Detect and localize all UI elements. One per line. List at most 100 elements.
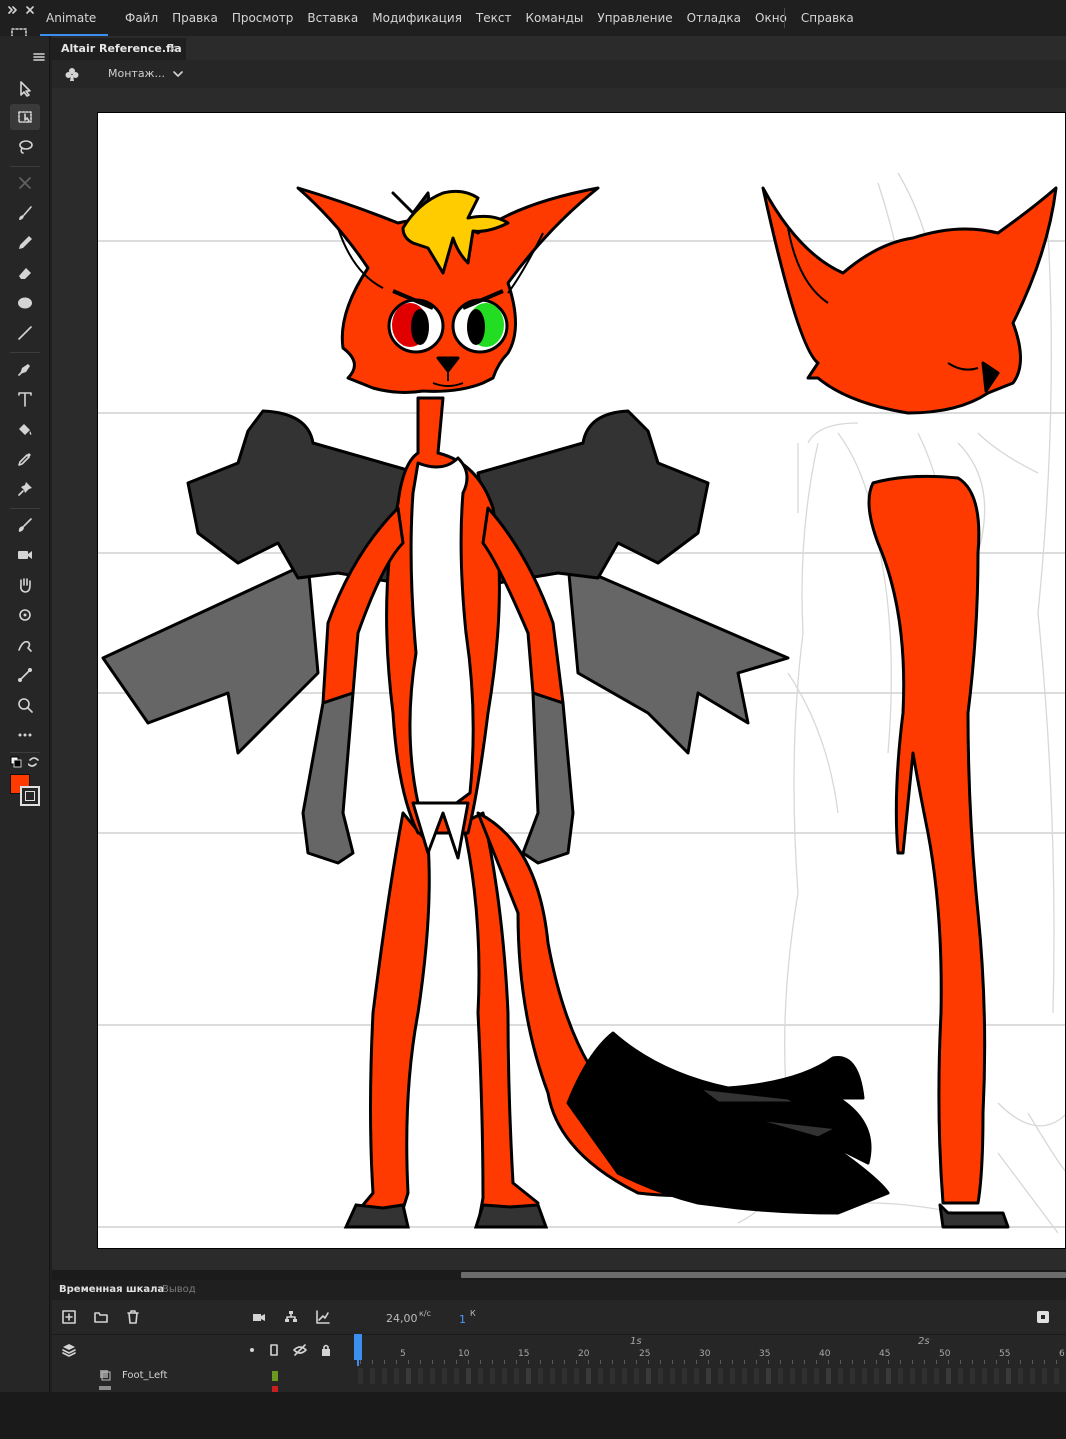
new-layer-button[interactable] [60,1308,78,1326]
frame-cell[interactable] [934,1368,939,1384]
frame-cell[interactable] [838,1368,843,1384]
frame-cell[interactable] [850,1368,855,1384]
camera-toggle-button[interactable] [250,1308,268,1326]
current-frame[interactable]: 1 [459,1313,466,1326]
frame-cell[interactable] [898,1368,903,1384]
frame-cell[interactable] [946,1368,951,1384]
pen-tool[interactable] [10,356,40,382]
frame-cell[interactable] [382,1368,387,1384]
tab-timeline[interactable]: Временная шкала [59,1284,164,1295]
frame-ruler[interactable]: 1s 2s 5 10 15 20 25 30 35 40 45 50 55 6 [352,1334,1066,1364]
frame-cell[interactable] [538,1368,543,1384]
frame-cell[interactable] [406,1368,411,1384]
swap-colors-icon[interactable] [28,756,40,768]
frame-cell[interactable] [502,1368,507,1384]
frame-cell[interactable] [718,1368,723,1384]
menu-view[interactable]: Просмотр [225,0,301,36]
frame-cell[interactable] [862,1368,867,1384]
frame-cell[interactable] [1018,1368,1023,1384]
horizontal-scrollbar[interactable] [52,1270,1066,1280]
menu-control[interactable]: Управление [590,0,679,36]
rotate-3d-tool[interactable] [10,170,40,196]
frame-cell[interactable] [646,1368,651,1384]
frame-cell[interactable] [742,1368,747,1384]
layer-color-swatch[interactable] [272,1371,278,1381]
layer-name[interactable]: Foot_Left [122,1370,167,1381]
frame-cell[interactable] [634,1368,639,1384]
graph-editor-button[interactable] [314,1308,332,1326]
frame-cell[interactable] [1006,1368,1011,1384]
puppet-tool[interactable] [10,632,40,658]
menu-modify[interactable]: Модификация [365,0,469,36]
outline-toggle-icon[interactable] [267,1343,281,1357]
frame-cell[interactable] [670,1368,675,1384]
bone-tool[interactable] [10,662,40,688]
pencil-tool[interactable] [10,230,40,256]
frame-cell[interactable] [910,1368,915,1384]
pin-tool[interactable] [10,476,40,502]
brush-tool[interactable] [10,200,40,226]
frame-cell[interactable] [814,1368,819,1384]
parenting-view-button[interactable] [282,1308,300,1326]
tab-altair-reference[interactable]: Altair Reference.fla × [52,36,186,60]
lock-icon[interactable] [319,1343,333,1357]
frame-cell[interactable] [886,1368,891,1384]
paint-bucket-tool[interactable] [10,416,40,442]
scene-club-icon[interactable] [64,66,80,82]
stage-canvas[interactable] [97,112,1066,1249]
frame-cell[interactable] [442,1368,447,1384]
oval-tool[interactable] [10,290,40,316]
frame-cell[interactable] [1042,1368,1047,1384]
frame-cell[interactable] [706,1368,711,1384]
frame-cell[interactable] [1054,1368,1059,1384]
hide-all-icon[interactable] [293,1343,307,1357]
frame-cell[interactable] [562,1368,567,1384]
eyedropper-tool[interactable] [10,446,40,472]
frame-cell[interactable] [430,1368,435,1384]
frame-cell[interactable] [802,1368,807,1384]
frame-cell[interactable] [730,1368,735,1384]
stroke-color-swatch[interactable] [20,786,40,806]
frame-cell[interactable] [754,1368,759,1384]
rotation-tool[interactable] [10,602,40,628]
menu-help[interactable]: Справка [794,0,861,36]
layers-icon[interactable] [62,1343,76,1357]
frame-cell[interactable] [994,1368,999,1384]
frame-cell[interactable] [550,1368,555,1384]
frame-cell[interactable] [694,1368,699,1384]
frame-cell[interactable] [610,1368,615,1384]
tab-output[interactable]: Вывод [162,1284,196,1295]
frame-cell[interactable] [586,1368,591,1384]
frame-cells[interactable] [352,1366,1066,1386]
frame-cell[interactable] [766,1368,771,1384]
menu-file[interactable]: Файл [118,0,165,36]
fluid-brush-tool[interactable] [10,512,40,538]
frame-cell[interactable] [454,1368,459,1384]
frame-cell[interactable] [874,1368,879,1384]
frame-cell[interactable] [1030,1368,1035,1384]
new-folder-button[interactable] [92,1308,110,1326]
frame-cell[interactable] [826,1368,831,1384]
menu-text[interactable]: Текст [469,0,519,36]
close-tab-icon[interactable]: × [168,42,177,55]
delete-layer-button[interactable] [124,1308,142,1326]
frame-cell[interactable] [358,1368,363,1384]
menu-insert[interactable]: Вставка [300,0,365,36]
frame-cell[interactable] [394,1368,399,1384]
menu-debug[interactable]: Отладка [680,0,748,36]
frame-cell[interactable] [514,1368,519,1384]
frame-cell[interactable] [982,1368,987,1384]
frame-cell[interactable] [922,1368,927,1384]
eraser-tool[interactable] [10,260,40,286]
frame-cell[interactable] [658,1368,663,1384]
frame-cell[interactable] [526,1368,531,1384]
more-tools[interactable] [10,722,40,748]
toolbar-menu-icon[interactable] [32,52,46,62]
menu-window[interactable]: Окно [748,0,794,36]
frame-cell[interactable] [790,1368,795,1384]
frame-cell[interactable] [682,1368,687,1384]
chevron-down-icon[interactable] [172,69,184,79]
menu-commands[interactable]: Команды [518,0,590,36]
line-tool[interactable] [10,320,40,346]
hand-tool[interactable] [10,572,40,598]
